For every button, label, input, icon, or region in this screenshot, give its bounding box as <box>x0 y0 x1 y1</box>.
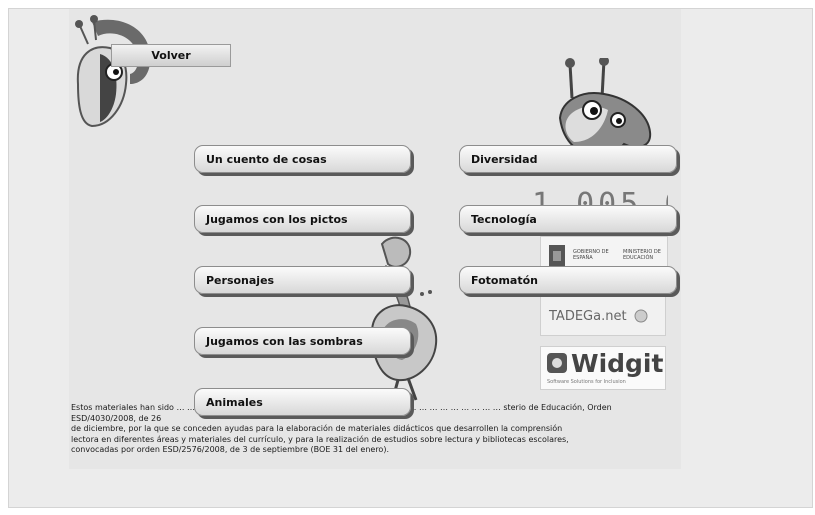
menu-button-diversidad[interactable]: Diversidad <box>459 145 677 173</box>
menu-button-jugamos-con-las-sombras[interactable]: Jugamos con las sombras <box>194 327 411 355</box>
widgit-tagline: Software Solutions for Inclusion <box>547 379 626 385</box>
menu-button-fotomaton[interactable]: Fotomatón <box>459 266 677 294</box>
widgit-logo: Widgit Software Solutions for Inclusion <box>540 346 666 390</box>
menu-button-tecnologia[interactable]: Tecnología <box>459 205 677 233</box>
widgit-logo-text: Widgit <box>571 349 664 378</box>
menu-button-animales[interactable]: Animales <box>194 388 411 416</box>
ministry-logo-line1: GOBIERNO DE ESPAÑA <box>573 249 609 261</box>
menu-button-personajes[interactable]: Personajes <box>194 266 411 294</box>
screen: Volver 1.005.06 GOBIERNO DE ESPAÑA MINIS… <box>0 0 815 515</box>
menu-button-un-cuento-de-cosas[interactable]: Un cuento de cosas <box>194 145 411 173</box>
widgit-icon <box>547 353 567 373</box>
cartoon-character-center <box>370 236 438 403</box>
menu-button-jugamos-con-los-pictos[interactable]: Jugamos con los pictos <box>194 205 411 233</box>
back-button[interactable]: Volver <box>111 44 231 67</box>
tadega-circle-icon <box>634 309 648 323</box>
tadega-logo: TADEGa.net <box>540 296 666 336</box>
tadega-logo-text: TADEGa.net <box>549 308 627 324</box>
cartoon-character-topleft <box>75 15 151 128</box>
ministry-logo-line2: MINISTERIO DE EDUCACIÓN <box>623 249 661 261</box>
